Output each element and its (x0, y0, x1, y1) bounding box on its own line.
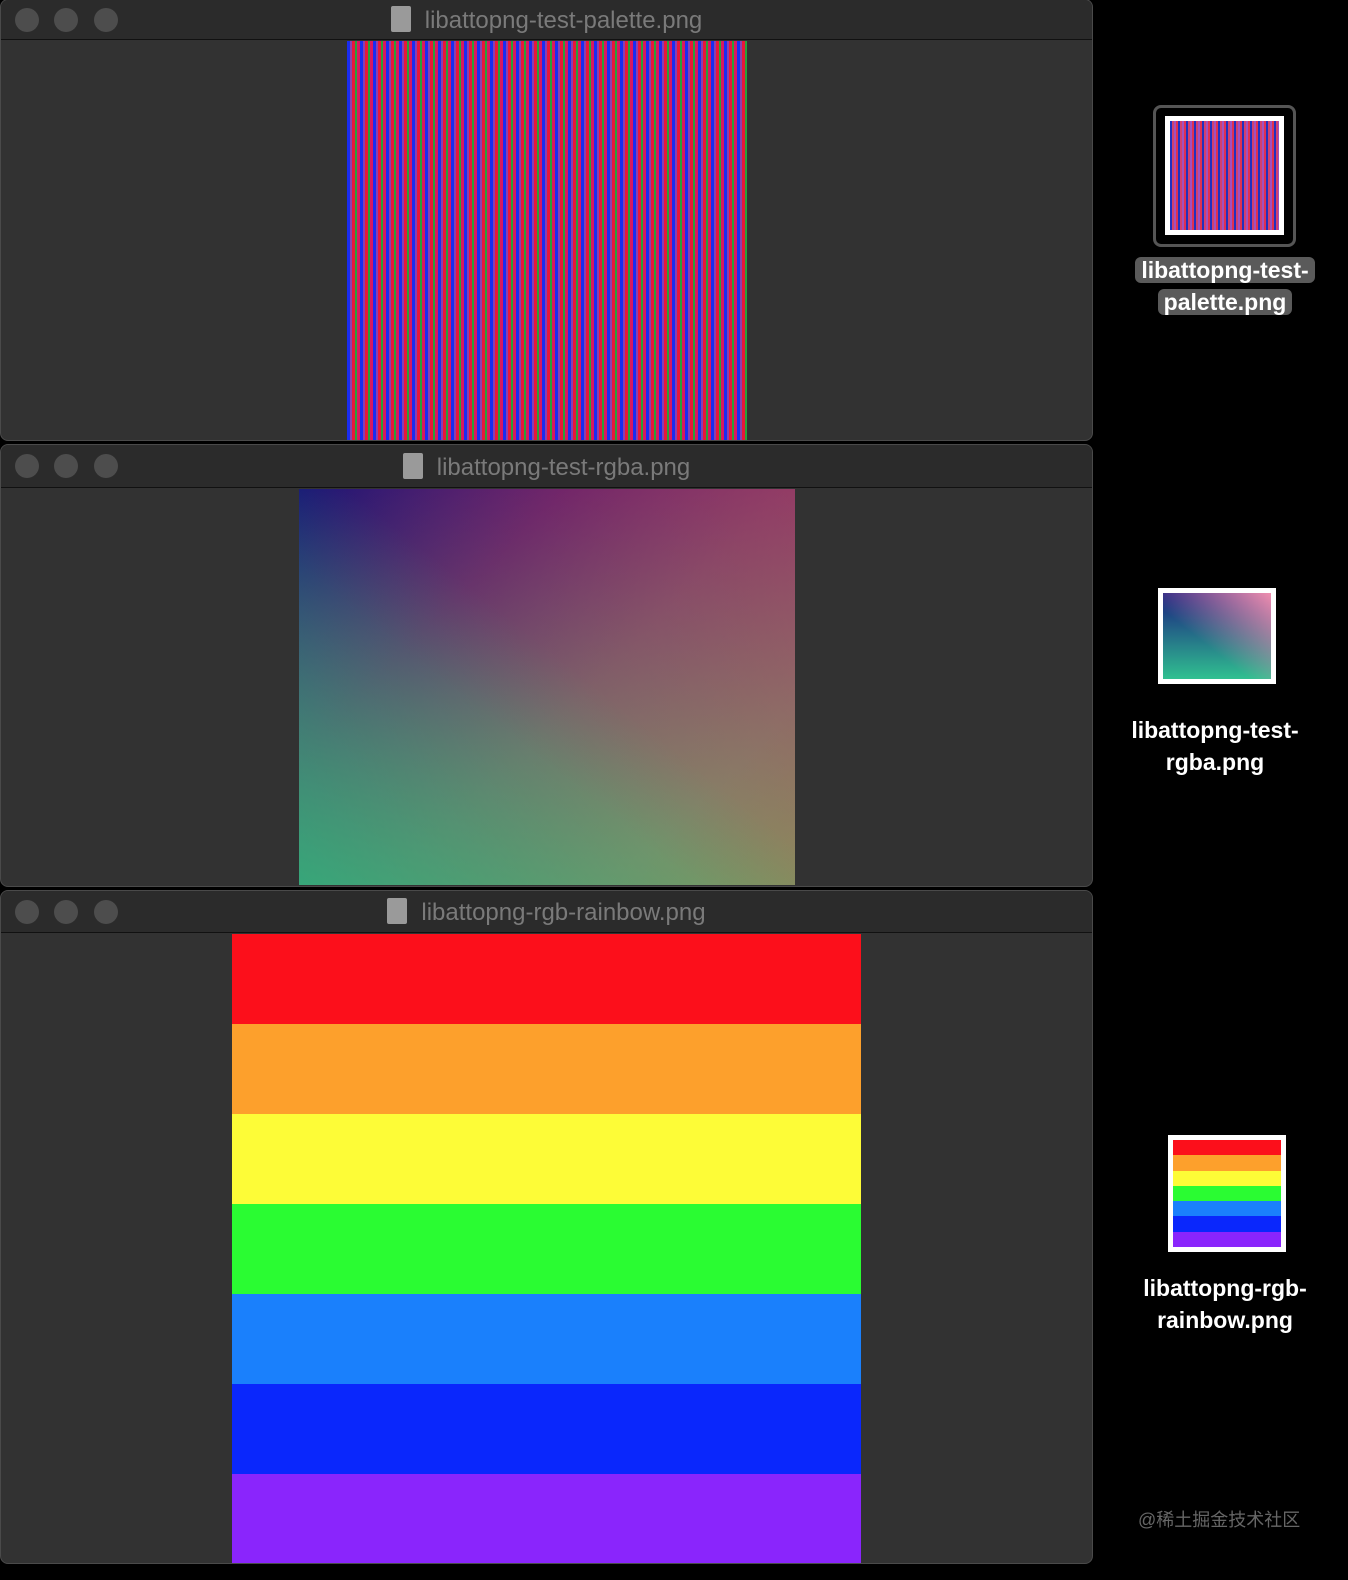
rainbow-band (232, 1114, 861, 1204)
rainbow-band (1173, 1140, 1281, 1156)
icon-label: rainbow.png (1157, 1307, 1293, 1333)
rainbow-band (232, 1294, 861, 1384)
file-icon (402, 453, 423, 479)
window-title: libattopng-rgb-rainbow.png (421, 899, 706, 926)
icon-label: rgba.png (1165, 749, 1265, 775)
file-icon (387, 898, 408, 924)
title-bar[interactable]: libattopng-rgb-rainbow.png (1, 891, 1092, 933)
rainbow-thumbnail (1168, 1135, 1286, 1252)
window-title: libattopng-test-palette.png (424, 7, 703, 34)
rainbow-band (232, 1204, 861, 1294)
title-bar[interactable]: libattopng-test-palette.png (1, 0, 1092, 40)
rainbow-band (232, 934, 861, 1024)
rainbow-band (1173, 1170, 1281, 1186)
rainbow-band (1173, 1216, 1281, 1232)
rainbow-band (1173, 1185, 1281, 1202)
rgba-image-overlay (299, 489, 795, 885)
rainbow-band (232, 1384, 861, 1474)
palette-image (347, 41, 747, 440)
rgba-thumbnail (1158, 588, 1276, 684)
watermark: @稀土掘金技术社区 (1138, 1510, 1301, 1530)
icon-label: libattopng-rgb- (1143, 1275, 1307, 1301)
rainbow-band (1173, 1231, 1281, 1247)
file-icon (390, 6, 411, 32)
rainbow-band (232, 1474, 861, 1563)
rainbow-image (232, 934, 861, 1563)
window-palette[interactable]: libattopng-test-palette.png (0, 0, 1093, 441)
rainbow-band (232, 1024, 861, 1114)
window-title: libattopng-test-rgba.png (436, 454, 691, 481)
icon-label: palette.png (1163, 289, 1287, 315)
window-rainbow[interactable]: libattopng-rgb-rainbow.png (0, 890, 1093, 1564)
rainbow-band (1173, 1155, 1281, 1171)
rainbow-band (1173, 1201, 1281, 1217)
title-bar[interactable]: libattopng-test-rgba.png (1, 445, 1092, 488)
window-rgba[interactable]: libattopng-test-rgba.png (0, 444, 1093, 887)
icon-label: libattopng-test- (1141, 257, 1309, 283)
palette-thumbnail (1165, 116, 1284, 235)
icon-label: libattopng-test- (1131, 717, 1299, 743)
